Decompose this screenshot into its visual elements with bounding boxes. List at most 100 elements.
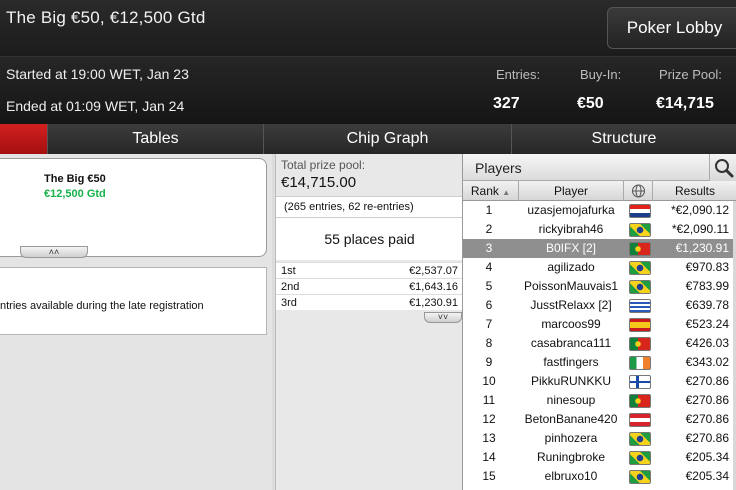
country-column-header[interactable]: [624, 181, 653, 201]
player-row[interactable]: 11 ninesoup €270.86: [463, 391, 733, 410]
player-row[interactable]: 13 pinhozera €270.86: [463, 429, 733, 448]
player-result: €205.34: [685, 469, 729, 483]
player-row[interactable]: 14 Runingbroke €205.34: [463, 448, 733, 467]
player-name: rickyibrah46: [538, 222, 604, 236]
player-result: *€2,090.11: [671, 222, 729, 236]
player-name: elbruxo10: [544, 469, 598, 483]
entries-label: Entries:: [496, 67, 541, 82]
prize-place: 3rd: [281, 297, 297, 309]
player-name: JusstRelaxx [2]: [530, 298, 612, 312]
player-row[interactable]: 7 marcoos99 €523.24: [463, 315, 733, 334]
late-reg-note-text: ntries available during the late registr…: [0, 300, 204, 312]
places-paid-text: 55 places paid: [324, 231, 415, 247]
tab-tables[interactable]: Tables: [47, 124, 263, 154]
tab-chip-graph[interactable]: Chip Graph: [263, 124, 511, 154]
player-result: €639.78: [685, 298, 729, 312]
country-flag-icon: [629, 432, 651, 446]
player-column-header[interactable]: Player: [519, 181, 624, 201]
player-name: PoissonMauvais1: [523, 279, 619, 293]
player-row[interactable]: 4 agilizado €970.83: [463, 258, 733, 277]
player-name: fastfingers: [543, 355, 599, 369]
player-row[interactable]: 1 uzasjemojafurka *€2,090.12: [463, 201, 733, 220]
players-list: 1 uzasjemojafurka *€2,090.12 2 rickyibrah46 *…: [463, 201, 733, 486]
tournament-title: The Big €50, €12,500 Gtd: [6, 8, 206, 27]
country-flag-icon: [629, 337, 651, 351]
player-row[interactable]: 8 casabranca111 €426.03: [463, 334, 733, 353]
player-row[interactable]: 15 elbruxo10 €205.34: [463, 467, 733, 486]
card-tournament-name: The Big €50: [44, 173, 106, 185]
player-row[interactable]: 12 BetonBanane420 €270.86: [463, 410, 733, 429]
player-result: €270.86: [685, 412, 729, 426]
player-name: PikkuRUNKKU: [530, 374, 611, 388]
expand-prizes-button[interactable]: ˅˅: [424, 312, 462, 323]
player-result: €783.99: [685, 279, 729, 293]
player-result: €205.34: [685, 450, 729, 464]
tournament-info-bar: Started at 19:00 WET, Jan 23 Ended at 01…: [0, 56, 736, 124]
player-result: *€2,090.12: [670, 203, 729, 217]
card-guarantee: €12,500 Gtd: [44, 188, 106, 200]
player-result: €426.03: [685, 336, 729, 350]
country-flag-icon: [629, 394, 651, 408]
player-row[interactable]: 2 rickyibrah46 *€2,090.11: [463, 220, 733, 239]
country-flag-icon: [629, 356, 651, 370]
country-flag-icon: [629, 470, 651, 484]
player-name: pinhozera: [544, 431, 598, 445]
collapse-toggle-button[interactable]: ˄˄: [20, 246, 88, 258]
player-rank: 13: [482, 431, 496, 445]
country-flag-icon: [629, 242, 651, 256]
player-rank: 6: [485, 298, 493, 312]
prize-amount: €2,537.07: [409, 265, 458, 277]
rank-column-header[interactable]: Rank ▲: [463, 181, 519, 201]
player-rank: 3: [485, 241, 493, 255]
player-name: BetonBanane420: [524, 412, 618, 426]
tournament-info-panel: The Big €50 €12,500 Gtd ˄˄ ntries availa…: [0, 154, 272, 490]
player-result: €270.86: [685, 431, 729, 445]
player-rank: 4: [485, 260, 493, 274]
tab-info[interactable]: [0, 124, 47, 154]
player-row[interactable]: 10 PikkuRUNKKU €270.86: [463, 372, 733, 391]
player-rank: 8: [485, 336, 493, 350]
player-name: Runingbroke: [536, 450, 606, 464]
globe-icon: [632, 184, 645, 198]
country-flag-icon: [629, 451, 651, 465]
country-flag-icon: [629, 261, 651, 275]
player-rank: 11: [482, 393, 496, 407]
prize-pool-value: €14,715: [656, 95, 714, 112]
prize-row: 3rd €1,230.91: [276, 294, 463, 310]
player-row[interactable]: 6 JusstRelaxx [2] €639.78: [463, 296, 733, 315]
start-time: Started at 19:00 WET, Jan 23: [6, 66, 189, 82]
prize-amount: €1,230.91: [409, 297, 458, 309]
player-rank: 2: [485, 222, 493, 236]
prize-amount: €1,643.16: [409, 281, 458, 293]
prize-place: 1st: [281, 265, 296, 277]
player-name: uzasjemojafurka: [527, 203, 615, 217]
player-name: B0IFX [2]: [545, 241, 597, 255]
entries-breakdown: (265 entries, 62 re-entries): [276, 196, 463, 218]
tournament-card: The Big €50 €12,500 Gtd: [0, 158, 267, 257]
player-row[interactable]: 9 fastfingers €343.02: [463, 353, 733, 372]
player-rank: 5: [485, 279, 493, 293]
players-panel: Players Rank ▲ Player Results 1 uzasjemo…: [462, 154, 736, 490]
player-rank: 7: [485, 317, 493, 331]
player-result: €270.86: [685, 393, 729, 407]
player-row[interactable]: 5 PoissonMauvais1 €783.99: [463, 277, 733, 296]
country-flag-icon: [629, 413, 651, 427]
places-paid: 55 places paid: [276, 218, 463, 260]
player-rank: 12: [482, 412, 496, 426]
players-header: Players: [463, 154, 736, 181]
late-reg-note: ntries available during the late registr…: [0, 267, 267, 335]
results-column-header[interactable]: Results: [653, 181, 736, 201]
player-name: marcoos99: [541, 317, 601, 331]
player-rank: 15: [482, 469, 496, 483]
poker-lobby-button[interactable]: Poker Lobby: [607, 7, 736, 49]
total-prize-pool-label: Total prize pool:: [281, 158, 366, 172]
buyin-label: Buy-In:: [580, 67, 622, 82]
tournament-header: The Big €50, €12,500 Gtd Poker Lobby Sta…: [0, 0, 736, 124]
tab-structure[interactable]: Structure: [511, 124, 736, 154]
players-title: Players: [475, 160, 522, 176]
search-player-button[interactable]: [709, 154, 736, 181]
player-row[interactable]: 3 B0IFX [2] €1,230.91: [463, 239, 733, 258]
country-flag-icon: [629, 204, 651, 218]
player-rank: 10: [482, 374, 496, 388]
country-flag-icon: [629, 223, 651, 237]
